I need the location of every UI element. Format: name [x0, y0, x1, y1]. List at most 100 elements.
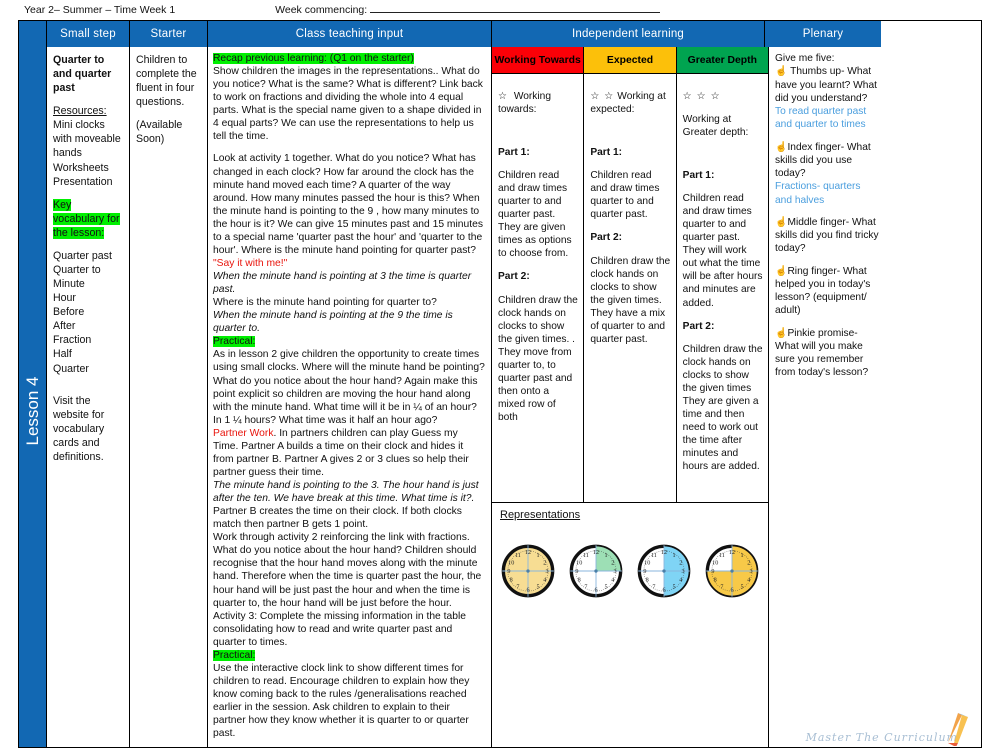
vocab-item: Hour — [53, 292, 76, 305]
svg-text:2: 2 — [679, 560, 682, 566]
svg-text:4: 4 — [747, 578, 750, 584]
vocab-item: Quarter past — [53, 249, 112, 262]
svg-text:12: 12 — [729, 550, 735, 556]
plenary-intro: Give me five: — [775, 53, 835, 64]
part-text: Children read and draw times quarter to … — [590, 169, 660, 221]
part-label: Part 1: — [590, 146, 623, 158]
svg-text:3: 3 — [682, 569, 685, 575]
part-label: Part 2: — [682, 320, 715, 332]
practical-1-body: As in lesson 2 give children the opportu… — [213, 349, 485, 426]
plenary-prompt: Thumbs up- What have you learnt? What di… — [775, 66, 877, 104]
vocab-footer-note: Visit the website for vocabulary cards a… — [53, 394, 105, 463]
part-label: Part 2: — [498, 271, 530, 283]
table-body-row: Lesson 4 Quarter to and quarter past Res… — [19, 47, 981, 747]
part-label: Part 1: — [498, 146, 530, 158]
hand-icon: ☝ — [775, 265, 788, 277]
header-independent-learning: Independent learning — [492, 21, 765, 47]
svg-text:8: 8 — [714, 578, 717, 584]
half-clock-icon: 12 12 345 678 91011 — [637, 544, 691, 598]
part-text: Children read and draw times quarter to … — [682, 193, 763, 309]
svg-text:8: 8 — [646, 578, 649, 584]
resource-item: Worksheets — [53, 161, 109, 174]
representations-title: Representations — [500, 509, 581, 521]
small-step-title: Quarter to and quarter past — [53, 54, 112, 95]
cell-plenary: Give me five: ☝ Thumbs up- What have you… — [769, 47, 885, 747]
svg-text:3: 3 — [750, 569, 753, 575]
resource-item: Mini clocks with moveable hands — [53, 119, 121, 160]
svg-text:1: 1 — [537, 553, 540, 559]
vocab-item: Quarter — [53, 362, 89, 375]
header-starter: Starter — [130, 21, 208, 47]
svg-text:11: 11 — [651, 553, 657, 559]
svg-text:5: 5 — [537, 584, 540, 590]
plenary-answer: To read quarter past and quarter to time… — [775, 106, 867, 131]
header-plenary: Plenary — [765, 21, 881, 47]
band-subtitle: Working at Greater depth: — [682, 114, 749, 139]
header-small-step: Small step — [47, 21, 130, 47]
svg-text:12: 12 — [525, 550, 531, 556]
svg-text:9: 9 — [643, 569, 646, 575]
practical-2-body: Use the interactive clock link to show d… — [213, 662, 470, 740]
cell-small-step: Quarter to and quarter past Resources: M… — [47, 47, 130, 747]
svg-text:4: 4 — [611, 578, 614, 584]
hand-icon: ☝ — [775, 141, 788, 153]
band-header-greater-depth: Greater Depth — [676, 47, 768, 74]
svg-text:10: 10 — [576, 560, 582, 566]
svg-text:4: 4 — [679, 578, 682, 584]
svg-text:1: 1 — [605, 553, 608, 559]
header-class-teaching-input: Class teaching input — [208, 21, 492, 47]
whole-clock-icon: 12 12 345 678 91011 — [501, 544, 555, 598]
vocab-item: After — [53, 320, 76, 333]
resources-label: Resources: — [53, 105, 107, 118]
svg-text:5: 5 — [741, 584, 744, 590]
header-spine-spacer — [19, 21, 47, 47]
activity1-text: Look at activity 1 together. What do you… — [213, 153, 483, 256]
starter-text: Children to complete the fluent in four … — [136, 54, 197, 109]
vocab-item: Minute — [53, 278, 85, 291]
svg-text:5: 5 — [673, 584, 676, 590]
svg-text:12: 12 — [661, 550, 667, 556]
diff-col-expected: Expected ☆ ☆ Working at expected: Part 1… — [584, 47, 677, 502]
cell-starter: Children to complete the fluent in four … — [130, 47, 208, 747]
star-rating-icon: ☆ ☆ — [590, 91, 615, 103]
lesson-plan-table: Small step Starter Class teaching input … — [18, 20, 982, 748]
plenary-prompt: Middle finger- What skills did you find … — [775, 216, 879, 255]
representations-section: Representations 12 1 2 345 6 7 8 9 10 11… — [492, 502, 768, 747]
svg-text:8: 8 — [510, 578, 513, 584]
year-term-label: Year 2– Summer – Time Week 1 — [24, 4, 176, 16]
three-quarter-clock-icon: 12 12 345 678 91011 — [705, 544, 759, 598]
activity2-text: Work through activity 2 reinforcing the … — [213, 532, 482, 609]
week-commencing-label: Week commencing: — [275, 4, 661, 16]
plenary-answer: Fractions- quarters and halves — [775, 181, 861, 206]
practical-1-heading: Practical: — [213, 336, 256, 348]
say-line-1: When the minute hand is pointing at 3 th… — [213, 271, 472, 296]
practical-2-heading: Practical: — [213, 649, 256, 661]
part-text: Children draw the clock hands on clocks … — [682, 343, 763, 473]
cell-class-teaching-input: Recap previous learning: (Q1 on the star… — [208, 47, 492, 747]
hand-icon: ☝ — [775, 216, 788, 228]
svg-text:7: 7 — [584, 584, 587, 590]
activity3-text: Activity 3: Complete the missing informa… — [213, 610, 466, 648]
part-text: Children draw the clock hands on clocks … — [498, 294, 578, 424]
plenary-prompt: Ring finger- What helped you in today's … — [775, 265, 871, 317]
svg-text:4: 4 — [543, 578, 546, 584]
svg-text:7: 7 — [720, 584, 723, 590]
brand-watermark-text: Master The Curriculum — [805, 731, 958, 744]
hand-icon: ☝ — [775, 327, 788, 339]
svg-text:6: 6 — [730, 588, 733, 594]
week-commencing-blank — [370, 4, 661, 13]
part-label: Part 2: — [590, 232, 623, 244]
svg-text:6: 6 — [662, 588, 665, 594]
starter-availability: (Available Soon) — [136, 119, 183, 146]
band-header-expected: Expected — [584, 47, 676, 74]
svg-text:7: 7 — [652, 584, 655, 590]
diff-col-working-towards: Working Towards ☆ Working towards: Part … — [492, 47, 585, 502]
svg-text:6: 6 — [526, 588, 529, 594]
svg-text:11: 11 — [719, 553, 725, 559]
resource-item: Presentation — [53, 175, 113, 188]
cell-independent-learning: Working Towards ☆ Working towards: Part … — [492, 47, 769, 747]
diff-col-greater-depth: Greater Depth ☆ ☆ ☆ Working at Greater d… — [676, 47, 768, 502]
partner-work-italic: The minute hand is pointing to the 3. Th… — [213, 480, 479, 505]
recap-heading: Recap previous learning: (Q1 on the star… — [213, 53, 414, 64]
lesson-spine: Lesson 4 — [19, 47, 47, 747]
